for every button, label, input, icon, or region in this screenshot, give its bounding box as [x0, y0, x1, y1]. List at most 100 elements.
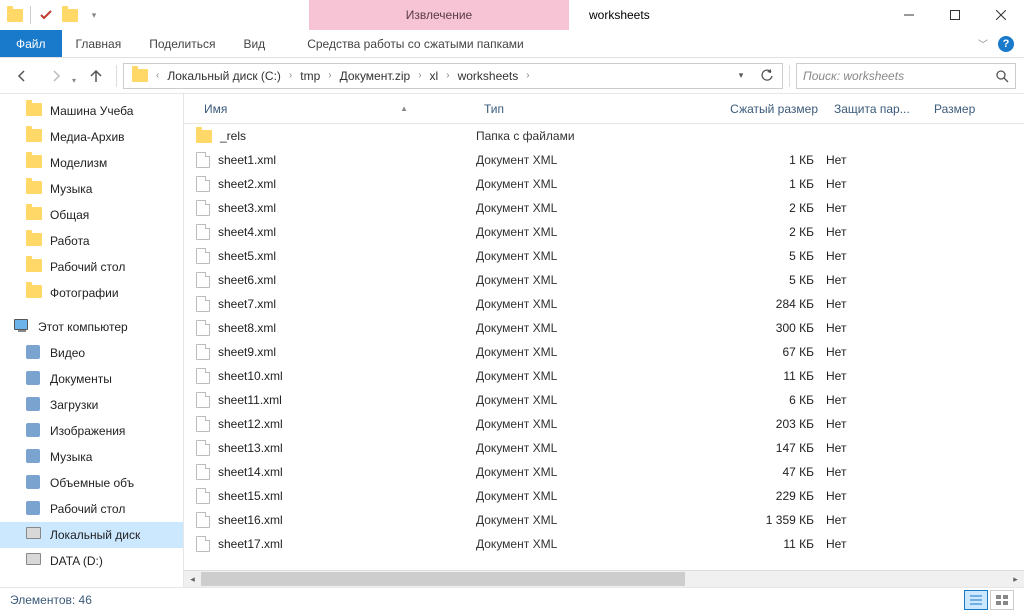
chevron-right-icon[interactable]: › [414, 70, 425, 81]
tree-item[interactable]: Машина Учеба [0, 98, 183, 124]
breadcrumb-item[interactable]: worksheets [454, 69, 523, 83]
file-type: Документ XML [476, 153, 676, 167]
tree-item[interactable]: Загрузки [0, 392, 183, 418]
tree-item[interactable]: DATA (D:) [0, 548, 183, 574]
forward-button[interactable] [42, 62, 70, 90]
back-button[interactable] [8, 62, 36, 90]
file-row[interactable]: sheet5.xmlДокумент XML5 КБНет [184, 244, 1024, 268]
minimize-button[interactable] [886, 0, 932, 30]
file-row[interactable]: sheet1.xmlДокумент XML1 КБНет [184, 148, 1024, 172]
file-row[interactable]: _relsПапка с файлами [184, 124, 1024, 148]
scroll-left-button[interactable]: ◂ [184, 571, 201, 588]
scrollbar-thumb[interactable] [201, 572, 685, 586]
file-icon [196, 488, 210, 504]
address-bar[interactable]: ‹ Локальный диск (C:)›tmp›Документ.zip›x… [123, 63, 783, 89]
properties-icon[interactable] [35, 4, 57, 26]
history-dropdown-icon[interactable]: ▾ [72, 76, 76, 85]
file-protection: Нет [826, 321, 926, 335]
help-icon[interactable]: ? [998, 36, 1014, 52]
folder-icon[interactable] [128, 69, 152, 82]
file-protection: Нет [826, 537, 926, 551]
file-row[interactable]: sheet15.xmlДокумент XML229 КБНет [184, 484, 1024, 508]
window-title: worksheets [589, 0, 650, 30]
column-type[interactable]: Тип [476, 102, 676, 116]
new-folder-icon[interactable] [59, 4, 81, 26]
folder-icon [26, 553, 42, 569]
breadcrumb-item[interactable]: Локальный диск (C:) [163, 69, 285, 83]
file-row[interactable]: sheet6.xmlДокумент XML5 КБНет [184, 268, 1024, 292]
tree-item[interactable]: Изображения [0, 418, 183, 444]
address-dropdown-icon[interactable]: ▾ [730, 65, 752, 87]
breadcrumb-item[interactable]: tmp [296, 69, 324, 83]
file-tab[interactable]: Файл [0, 30, 62, 57]
ribbon-tab-view[interactable]: Вид [229, 30, 279, 57]
ribbon-tab-extract[interactable]: Средства работы со сжатыми папками [293, 30, 538, 57]
file-row[interactable]: sheet9.xmlДокумент XML67 КБНет [184, 340, 1024, 364]
file-row[interactable]: sheet10.xmlДокумент XML11 КБНет [184, 364, 1024, 388]
tree-item[interactable]: Объемные объ [0, 470, 183, 496]
file-row[interactable]: sheet3.xmlДокумент XML2 КБНет [184, 196, 1024, 220]
scrollbar-track[interactable] [201, 571, 1007, 588]
qat-dropdown-icon[interactable]: ▾ [83, 4, 105, 26]
column-compressed-size[interactable]: Сжатый размер [676, 102, 826, 116]
tree-item[interactable]: Общая [0, 202, 183, 228]
up-button[interactable] [82, 62, 110, 90]
file-name: sheet10.xml [218, 369, 283, 383]
column-size[interactable]: Размер [926, 102, 996, 116]
column-name[interactable]: Имя▲ [196, 102, 476, 116]
folder-icon [26, 527, 42, 543]
tree-label: Локальный диск [50, 528, 140, 542]
file-row[interactable]: sheet13.xmlДокумент XML147 КБНет [184, 436, 1024, 460]
tree-item[interactable]: Локальный диск [0, 522, 183, 548]
breadcrumb-item[interactable]: xl [426, 69, 443, 83]
file-row[interactable]: sheet2.xmlДокумент XML1 КБНет [184, 172, 1024, 196]
file-row[interactable]: sheet14.xmlДокумент XML47 КБНет [184, 460, 1024, 484]
tree-item[interactable]: Фотографии [0, 280, 183, 306]
file-row[interactable]: sheet11.xmlДокумент XML6 КБНет [184, 388, 1024, 412]
ribbon-collapse-icon[interactable]: ﹀ [978, 36, 988, 51]
tree-item[interactable]: Рабочий стол [0, 496, 183, 522]
file-row[interactable]: sheet17.xmlДокумент XML11 КБНет [184, 532, 1024, 556]
file-row[interactable]: sheet8.xmlДокумент XML300 КБНет [184, 316, 1024, 340]
tree-item[interactable]: Моделизм [0, 150, 183, 176]
folder-icon[interactable] [4, 4, 26, 26]
thumbnails-view-button[interactable] [990, 590, 1014, 610]
chevron-right-icon[interactable]: ‹ [152, 70, 163, 81]
search-box[interactable] [796, 63, 1016, 89]
horizontal-scrollbar[interactable]: ◂ ▸ [184, 570, 1024, 587]
ribbon-tab-share[interactable]: Поделиться [135, 30, 229, 57]
maximize-button[interactable] [932, 0, 978, 30]
tree-item[interactable]: Работа [0, 228, 183, 254]
file-row[interactable]: sheet12.xmlДокумент XML203 КБНет [184, 412, 1024, 436]
close-button[interactable] [978, 0, 1024, 30]
chevron-right-icon[interactable]: › [324, 70, 335, 81]
tree-item[interactable]: Музыка [0, 444, 183, 470]
tree-item[interactable]: Документы [0, 366, 183, 392]
file-row[interactable]: sheet4.xmlДокумент XML2 КБНет [184, 220, 1024, 244]
chevron-right-icon[interactable]: › [442, 70, 453, 81]
file-icon [196, 224, 210, 240]
file-name: sheet11.xml [218, 393, 282, 407]
search-input[interactable] [803, 69, 995, 83]
chevron-right-icon[interactable]: › [285, 70, 296, 81]
scroll-right-button[interactable]: ▸ [1007, 571, 1024, 588]
file-compressed-size: 1 КБ [676, 177, 826, 191]
file-row[interactable]: sheet7.xmlДокумент XML284 КБНет [184, 292, 1024, 316]
navigation-pane[interactable]: Машина УчебаМедиа-АрхивМоделизмМузыкаОбщ… [0, 94, 184, 587]
tree-item[interactable]: Медиа-Архив [0, 124, 183, 150]
tree-item[interactable]: Рабочий стол [0, 254, 183, 280]
folder-icon [26, 155, 42, 171]
details-view-button[interactable] [964, 590, 988, 610]
refresh-icon[interactable] [756, 65, 778, 87]
ribbon-tab-home[interactable]: Главная [62, 30, 136, 57]
tree-item[interactable]: Этот компьютер [0, 314, 183, 340]
file-row[interactable]: sheet16.xmlДокумент XML1 359 КБНет [184, 508, 1024, 532]
tree-item[interactable]: Музыка [0, 176, 183, 202]
file-list[interactable]: _relsПапка с файламиsheet1.xmlДокумент X… [184, 124, 1024, 570]
tree-label: DATA (D:) [50, 554, 103, 568]
breadcrumb-item[interactable]: Документ.zip [336, 69, 415, 83]
search-icon[interactable] [995, 69, 1009, 83]
tree-item[interactable]: Видео [0, 340, 183, 366]
chevron-right-icon[interactable]: › [522, 70, 533, 81]
column-protection[interactable]: Защита пар... [826, 102, 926, 116]
